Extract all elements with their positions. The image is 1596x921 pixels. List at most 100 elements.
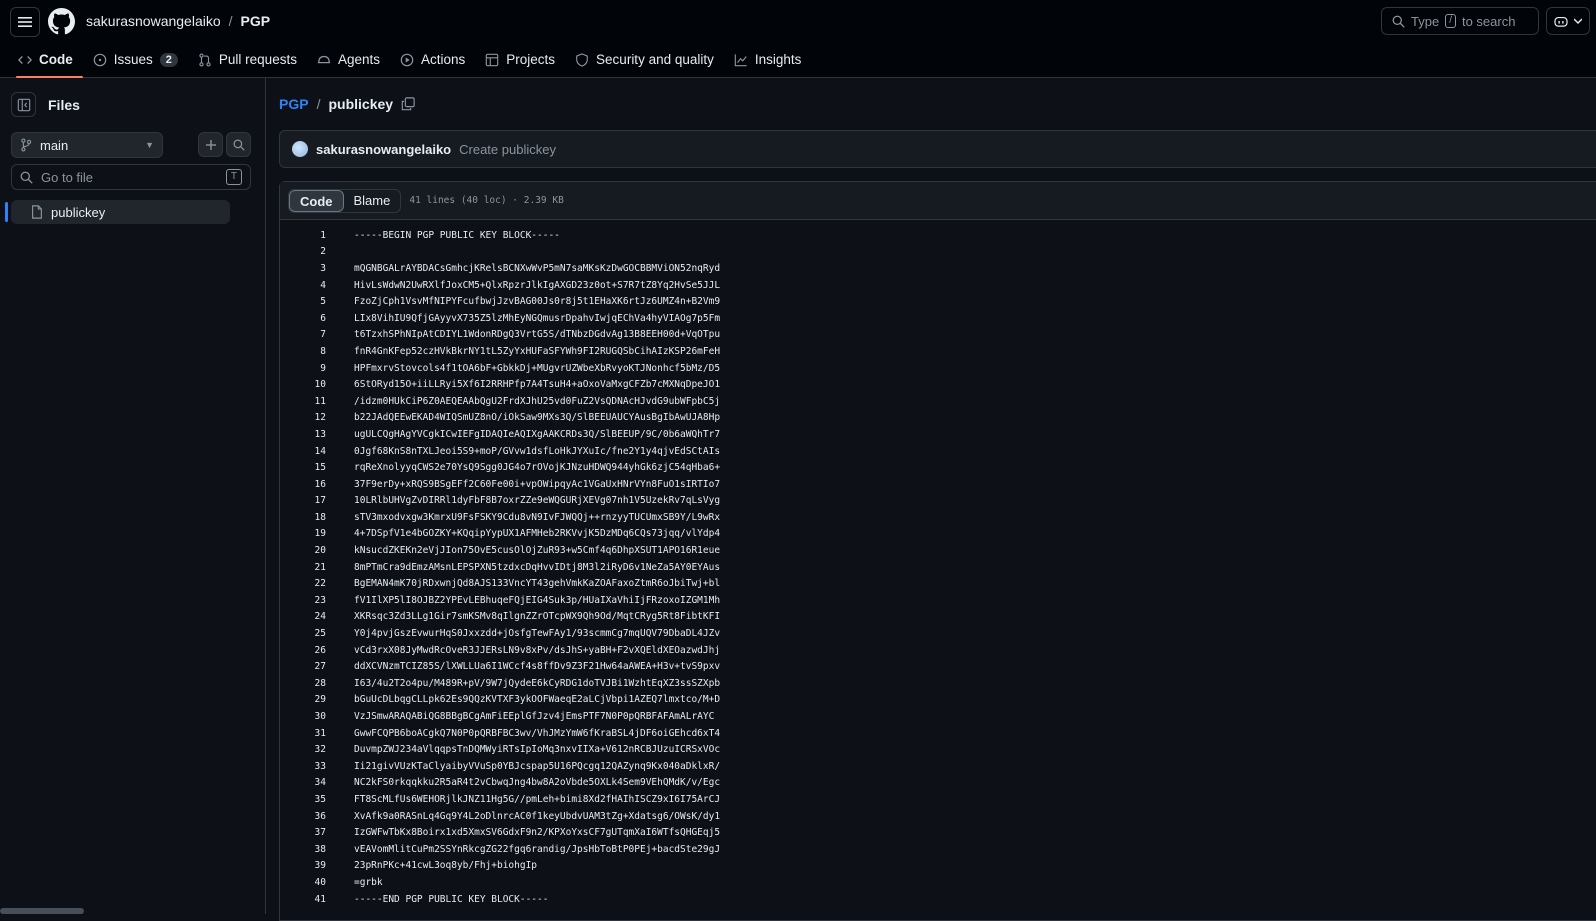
line-number[interactable]: 40 (280, 877, 326, 888)
line-number[interactable]: 7 (280, 329, 326, 340)
code-line: 37 IzGWFwTbKx8Boirx1xd5XmxSV6GdxF9n2/KPXo… (280, 824, 1596, 841)
line-number[interactable]: 38 (280, 844, 326, 855)
branch-selector[interactable]: main ▼ (11, 132, 163, 158)
line-number[interactable]: 10 (280, 379, 326, 390)
line-number[interactable]: 4 (280, 280, 326, 291)
line-content: fnR4GnKFep52czHVkBkrNY1tL5ZyYxHUFaSFYWh9… (354, 345, 721, 357)
line-number[interactable]: 1 (280, 230, 326, 241)
line-content: LIx8VihIU9QfjGAyyvX735Z5lzMhEyNGQmusrDpa… (354, 312, 721, 324)
line-number[interactable]: 8 (280, 346, 326, 357)
line-number[interactable]: 27 (280, 661, 326, 672)
line-number[interactable]: 32 (280, 744, 326, 755)
files-header: Files (11, 92, 80, 117)
repo-link[interactable]: PGP (241, 13, 271, 29)
tab-projects[interactable]: Projects (475, 42, 565, 78)
commit-message-link[interactable]: Create publickey (459, 142, 556, 157)
line-number[interactable]: 25 (280, 628, 326, 639)
code-viewer[interactable]: 1 -----BEGIN PGP PUBLIC KEY BLOCK----- 2 3 m… (280, 227, 1596, 907)
line-number[interactable]: 33 (280, 761, 326, 772)
tab-actions[interactable]: Actions (390, 42, 475, 78)
horizontal-scrollbar[interactable] (0, 908, 84, 914)
avatar[interactable] (292, 141, 308, 157)
github-logo-icon[interactable] (48, 8, 75, 35)
line-number[interactable]: 2 (280, 246, 326, 257)
blame-view-button[interactable]: Blame (344, 190, 401, 212)
line-content: 0Jgf68KnS8nTXLJeoi5S9+moP/GVvw1dsfLoHkJY… (354, 445, 721, 457)
code-line: 38 vEAVomMlitCuPm2SSYnRkcgZG22fgq6randig/… (280, 841, 1596, 858)
copy-icon[interactable] (401, 97, 415, 111)
path-root-link[interactable]: PGP (279, 96, 309, 112)
line-number[interactable]: 39 (280, 860, 326, 871)
line-content: 4+7DSpfV1e4bGOZKY+KQqipYypUX1AFMHeb2RKVv… (354, 528, 721, 540)
file-tree-sidebar: Files main ▼ Go to file T publickey (0, 78, 266, 914)
file-content-box: Code Blame 41 lines (40 loc) · 2.39 KB 1… (279, 181, 1596, 921)
code-line: 40 =grbk (280, 874, 1596, 891)
line-number[interactable]: 9 (280, 363, 326, 374)
line-number[interactable]: 26 (280, 645, 326, 656)
line-content: /idzm0HUkCiP6Z0AEQEAAbQgU2FrdXJhU25vd0Fu… (354, 395, 721, 407)
line-number[interactable]: 15 (280, 462, 326, 473)
search-files-button[interactable] (226, 132, 251, 157)
line-number[interactable]: 14 (280, 446, 326, 457)
tab-agents[interactable]: Agents (307, 42, 390, 78)
code-line: 27 ddXCVNzmTCIZ85S/lXWLLUa6I1WCcf4s8ffDv9… (280, 658, 1596, 675)
line-number[interactable]: 18 (280, 512, 326, 523)
line-number[interactable]: 5 (280, 296, 326, 307)
code-line: 8 fnR4GnKFep52czHVkBkrNY1tL5ZyYxHUFaSFYWh… (280, 343, 1596, 360)
line-number[interactable]: 20 (280, 545, 326, 556)
go-to-file-placeholder: Go to file (41, 169, 94, 185)
code-line: 31 GwwFCQPB6boACgkQ7N0P0pQRBFBC3wv/VhJMzY… (280, 725, 1596, 742)
code-line: 30 VzJSmwARAQABiQG8BBgBCgAmFiEEplGfJzv4jE… (280, 708, 1596, 725)
tab-security-and-quality[interactable]: Security and quality (565, 42, 724, 78)
code-line: 2 (280, 244, 1596, 261)
tree-item-label: publickey (51, 204, 106, 220)
line-number[interactable]: 28 (280, 678, 326, 689)
search-input[interactable]: Type / to search (1381, 7, 1539, 35)
line-content: FzoZjCph1VsvMfNIPYFcufbwjJzvBAG00Js0r8j5… (354, 296, 721, 308)
tree-item-publickey[interactable]: publickey (5, 200, 230, 224)
line-number[interactable]: 35 (280, 794, 326, 805)
line-number[interactable]: 36 (280, 811, 326, 822)
line-number[interactable]: 41 (280, 894, 326, 905)
line-number[interactable]: 31 (280, 728, 326, 739)
code-view-button[interactable]: Code (289, 189, 344, 212)
tab-pull-requests[interactable]: Pull requests (188, 42, 307, 78)
line-number[interactable]: 19 (280, 528, 326, 539)
owner-link[interactable]: sakurasnowangelaiko (86, 13, 221, 29)
code-line: 17 10LRlbUHVgZvDIRRl1dyFbF8B7oxrZZe9eWQGU… (280, 493, 1596, 510)
line-number[interactable]: 34 (280, 777, 326, 788)
line-content: GwwFCQPB6boACgkQ7N0P0pQRBFBC3wv/VhJMzYmW… (354, 727, 721, 739)
agent-icon (317, 55, 331, 63)
graph-icon (734, 53, 747, 66)
tab-insights[interactable]: Insights (724, 42, 812, 78)
line-content: FT8ScMLfUs6WEHORjlkJNZ11Hg5G//pmLeh+bimi… (354, 793, 721, 805)
go-to-file-input[interactable]: Go to file T (11, 164, 251, 190)
hamburger-menu-button[interactable] (10, 7, 40, 37)
line-content: DuvmpZWJ234aVlqqpsTnDQMWyiRTsIpIoMq3nxvI… (354, 744, 721, 756)
tab-code[interactable]: Code (16, 42, 83, 78)
line-content: kNsucdZKEKn2eVjJIon75OvE5cusOlOjZuR93+w5… (354, 545, 721, 557)
tab-issues[interactable]: Issues 2 (83, 42, 188, 78)
line-number[interactable]: 37 (280, 827, 326, 838)
commit-author-link[interactable]: sakurasnowangelaiko (316, 142, 451, 157)
line-number[interactable]: 13 (280, 429, 326, 440)
line-number[interactable]: 29 (280, 694, 326, 705)
code-line: 32 DuvmpZWJ234aVlqqpsTnDQMWyiRTsIpIoMq3nx… (280, 741, 1596, 758)
line-number[interactable]: 24 (280, 611, 326, 622)
search-suffix: to search (1461, 13, 1516, 29)
line-number[interactable]: 30 (280, 711, 326, 722)
line-number[interactable]: 6 (280, 313, 326, 324)
line-number[interactable]: 11 (280, 396, 326, 407)
line-number[interactable]: 22 (280, 578, 326, 589)
line-number[interactable]: 16 (280, 479, 326, 490)
line-number[interactable]: 12 (280, 412, 326, 423)
line-number[interactable]: 3 (280, 263, 326, 274)
line-number[interactable]: 17 (280, 495, 326, 506)
line-number[interactable]: 21 (280, 562, 326, 573)
files-title: Files (48, 96, 80, 113)
line-number[interactable]: 23 (280, 595, 326, 606)
line-content: 10LRlbUHVgZvDIRRl1dyFbF8B7oxrZZe9eWQGURj… (354, 495, 721, 507)
collapse-sidebar-button[interactable] (11, 92, 36, 117)
add-file-button[interactable] (198, 132, 223, 157)
copilot-button[interactable] (1546, 7, 1590, 35)
